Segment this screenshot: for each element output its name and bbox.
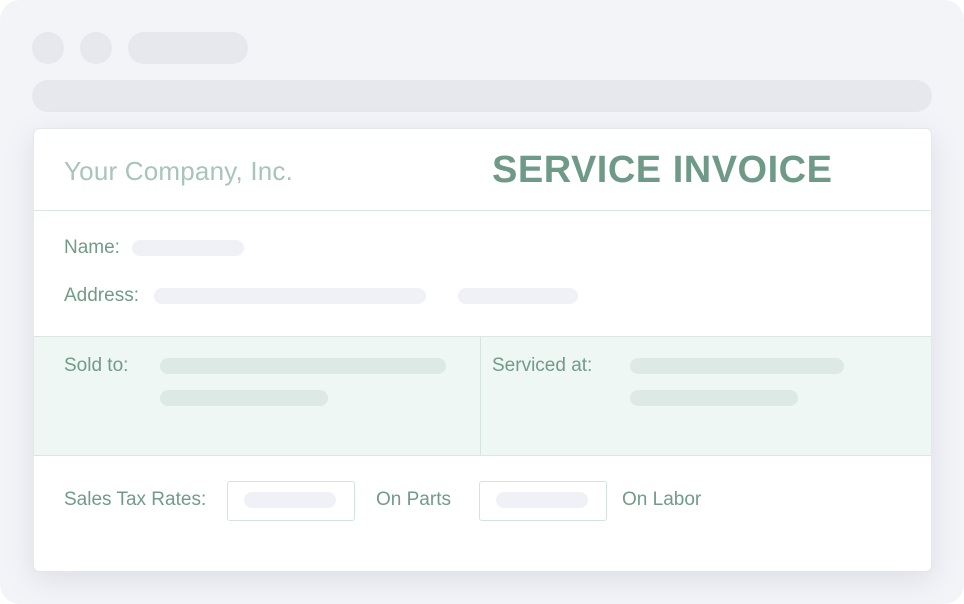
address-label: Address: — [64, 285, 139, 306]
name-label: Name: — [64, 237, 120, 258]
address-field-line2[interactable] — [458, 288, 578, 304]
invoice-title: SERVICE INVOICE — [492, 149, 833, 191]
company-name: Your Company, Inc. — [64, 156, 294, 186]
labor-tax-rate-placeholder — [496, 492, 588, 508]
serviced-at-field-line1[interactable] — [630, 358, 844, 374]
parties-column-divider — [480, 337, 481, 455]
window-control-dot[interactable] — [80, 32, 112, 64]
labor-tax-rate-input[interactable] — [479, 481, 607, 521]
on-labor-label: On Labor — [622, 489, 702, 510]
sold-to-field-line2[interactable] — [160, 390, 328, 406]
address-field-line1[interactable] — [154, 288, 426, 304]
browser-tab-placeholder[interactable] — [128, 32, 248, 64]
window-control-dot[interactable] — [32, 32, 64, 64]
parts-tax-rate-input[interactable] — [227, 481, 355, 521]
browser-window: Your Company, Inc. SERVICE INVOICE Name:… — [0, 0, 964, 604]
sales-tax-label: Sales Tax Rates: — [64, 489, 207, 510]
header-divider — [34, 210, 931, 211]
sold-to-field-line1[interactable] — [160, 358, 446, 374]
on-parts-label: On Parts — [376, 489, 451, 510]
serviced-at-field-line2[interactable] — [630, 390, 798, 406]
parts-tax-rate-placeholder — [244, 492, 336, 508]
serviced-at-label: Serviced at: — [492, 355, 593, 376]
name-field[interactable] — [132, 240, 244, 256]
invoice-card: Your Company, Inc. SERVICE INVOICE Name:… — [33, 128, 932, 572]
tax-section-divider — [34, 455, 931, 456]
sold-to-label: Sold to: — [64, 355, 129, 376]
address-bar-placeholder[interactable] — [32, 80, 932, 112]
